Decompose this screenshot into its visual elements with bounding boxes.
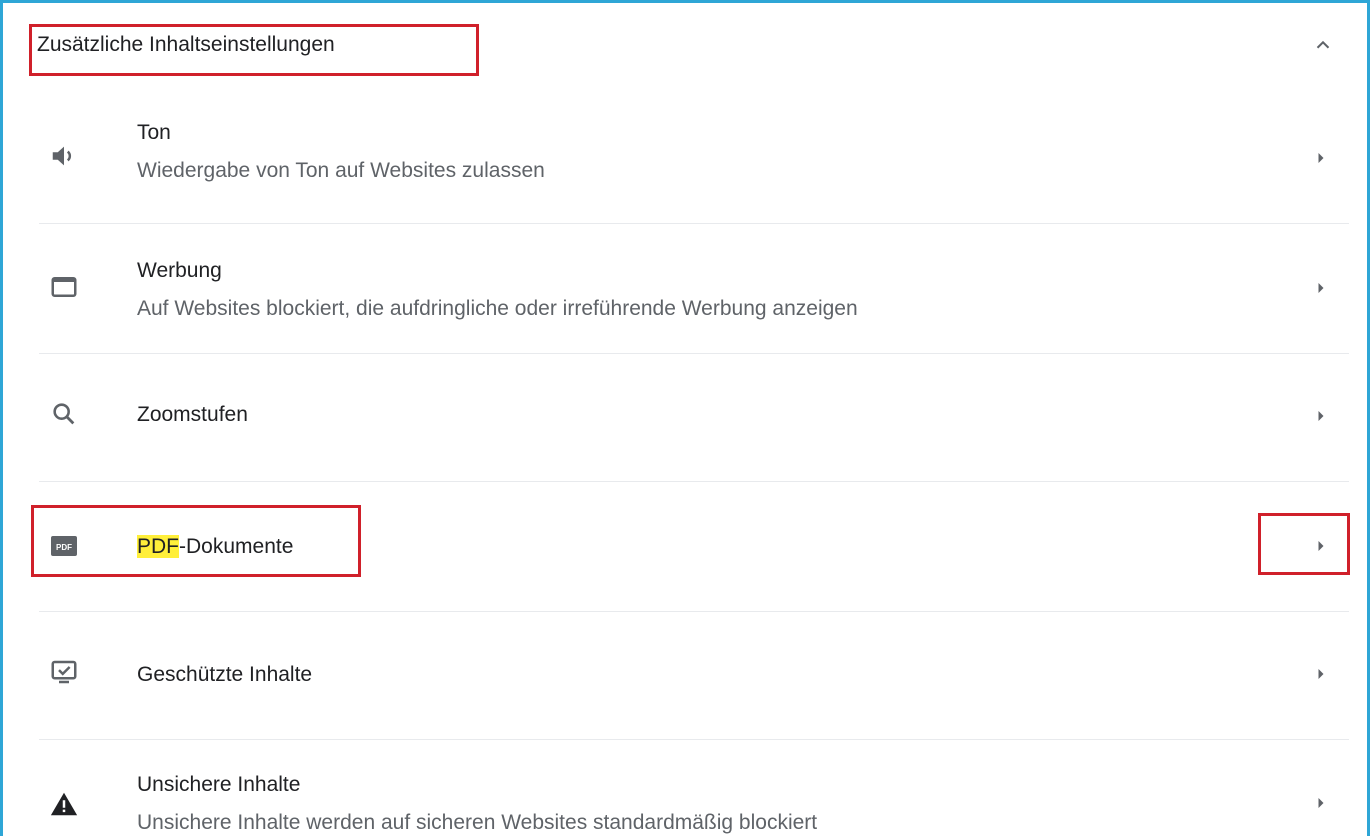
- setting-row-sound[interactable]: Ton Wiedergabe von Ton auf Websites zula…: [39, 93, 1349, 224]
- arrow-right-icon: [1318, 283, 1324, 293]
- row-arrow-button[interactable]: [1303, 398, 1339, 434]
- setting-subtitle: Wiedergabe von Ton auf Websites zulassen: [137, 159, 545, 182]
- protected-content-icon: [49, 657, 79, 687]
- row-arrow-button[interactable]: [1303, 528, 1339, 564]
- search-icon: [49, 399, 79, 429]
- setting-title: PDF-Dokumente: [137, 533, 293, 561]
- row-arrow-button[interactable]: [1303, 785, 1339, 821]
- setting-row-protected-content[interactable]: Geschützte Inhalte: [39, 611, 1349, 740]
- section-title: Zusätzliche Inhaltseinstellungen: [37, 33, 335, 56]
- setting-row-ads[interactable]: Werbung Auf Websites blockiert, die aufd…: [39, 223, 1349, 354]
- setting-title-rest: -Dokumente: [179, 535, 294, 558]
- pdf-icon: PDF: [49, 531, 79, 561]
- setting-title: Zoomstufen: [137, 403, 248, 426]
- row-arrow-button[interactable]: [1303, 270, 1339, 306]
- row-arrow-button[interactable]: [1303, 656, 1339, 692]
- arrow-right-icon: [1318, 541, 1324, 551]
- setting-title: Geschützte Inhalte: [137, 663, 313, 686]
- arrow-right-icon: [1318, 411, 1324, 421]
- search-match-highlight: PDF: [137, 535, 179, 558]
- setting-subtitle: Auf Websites blockiert, die aufdringlich…: [137, 297, 858, 320]
- section-header[interactable]: Zusätzliche Inhaltseinstellungen: [3, 3, 1367, 93]
- warning-icon: [49, 789, 79, 819]
- setting-title: Werbung: [137, 259, 222, 282]
- arrow-right-icon: [1318, 669, 1324, 679]
- settings-panel: Zusätzliche Inhaltseinstellungen Ton Wie…: [0, 0, 1370, 836]
- speaker-icon: [49, 141, 79, 171]
- setting-title: Ton: [137, 121, 171, 144]
- setting-row-zoom[interactable]: Zoomstufen: [39, 353, 1349, 482]
- svg-text:PDF: PDF: [56, 543, 72, 552]
- row-arrow-button[interactable]: [1303, 140, 1339, 176]
- arrow-right-icon: [1318, 153, 1324, 163]
- window-icon: [49, 272, 79, 302]
- setting-subtitle: Unsichere Inhalte werden auf sicheren We…: [137, 811, 818, 834]
- collapse-button[interactable]: [1307, 29, 1339, 61]
- chevron-up-icon: [1316, 40, 1330, 49]
- setting-title: Unsichere Inhalte: [137, 773, 301, 796]
- setting-row-insecure-content[interactable]: Unsichere Inhalte Unsichere Inhalte werd…: [39, 739, 1349, 836]
- setting-row-pdf[interactable]: PDF PDF-Dokumente: [39, 481, 1349, 612]
- arrow-right-icon: [1318, 798, 1324, 808]
